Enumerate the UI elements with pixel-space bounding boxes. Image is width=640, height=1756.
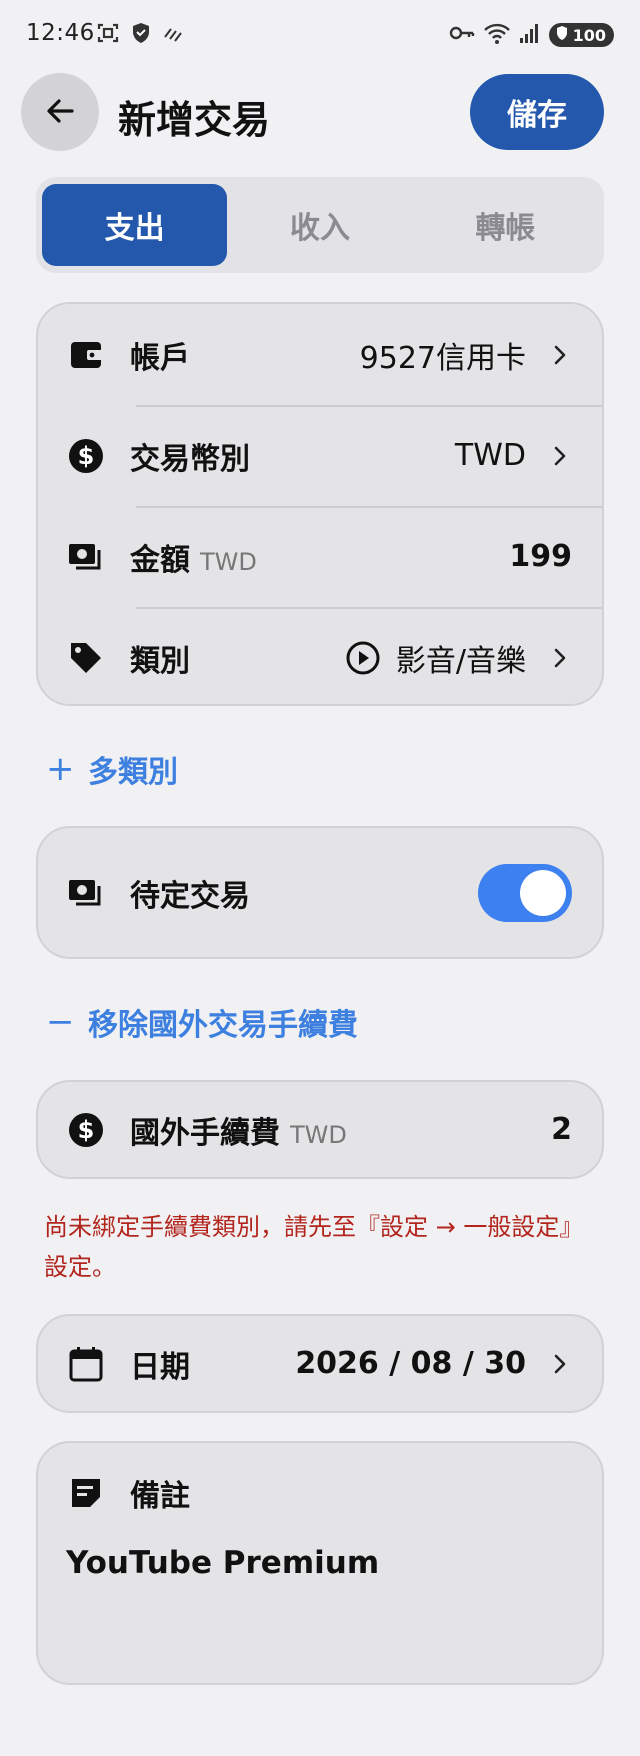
- toggle-knob: [520, 869, 566, 916]
- wifi-icon: [483, 21, 511, 49]
- amount-label: 金額 TWD: [130, 535, 257, 579]
- fee-card: $ 國外手續費 TWD 2: [36, 1080, 604, 1179]
- plus-icon: +: [46, 749, 75, 789]
- shield-icon: [130, 21, 152, 49]
- pending-card: 待定交易: [36, 826, 604, 959]
- signal-icon: [519, 21, 541, 49]
- chevron-right-icon: [548, 1352, 572, 1376]
- chevron-right-icon: [548, 343, 572, 367]
- screenshot-icon: [96, 21, 120, 49]
- pending-row: 待定交易: [38, 828, 602, 957]
- amount-value[interactable]: 199: [509, 539, 572, 574]
- multi-category-label: 多類別: [88, 755, 178, 790]
- details-card: 帳戶 9527信用卡 $ 交易幣別 TWD 金額 TWD 199 類別 影音/音…: [36, 302, 604, 706]
- currency-code: TWD: [454, 438, 526, 473]
- category-value: 影音/音樂: [346, 636, 572, 680]
- fee-value[interactable]: 2: [551, 1112, 572, 1147]
- play-circle-icon: [346, 641, 380, 675]
- amount-unit: TWD: [200, 547, 257, 576]
- screen: 12:46 100 新增交易 儲存 支出 收入 轉帳 帳戶 9527信用卡 $ …: [0, 0, 640, 1756]
- tab-expense[interactable]: 支出: [42, 184, 228, 266]
- account-value: 9527信用卡: [360, 333, 572, 377]
- fee-row[interactable]: $ 國外手續費 TWD 2: [38, 1082, 602, 1177]
- data-sync-icon: [162, 21, 184, 49]
- currency-row[interactable]: $ 交易幣別 TWD: [38, 405, 602, 506]
- battery-shield-icon: [555, 25, 569, 45]
- category-label: 類別: [130, 643, 190, 679]
- page-title: 新增交易: [118, 98, 271, 142]
- status-bar: 12:46 100: [0, 0, 640, 66]
- note-input[interactable]: YouTube Premium: [66, 1545, 574, 1581]
- wallet-icon: [66, 335, 106, 375]
- note-label: 備註: [130, 1479, 190, 1514]
- status-time: 12:46: [26, 20, 95, 46]
- transaction-type-tabs: 支出 收入 轉帳: [36, 177, 604, 273]
- add-multi-category-button[interactable]: + 多類別: [46, 747, 178, 791]
- tab-income[interactable]: 收入: [227, 184, 412, 266]
- fee-category-warning: 尚未綁定手續費類別，請先至『設定 → 一般設定』設定。: [44, 1213, 584, 1281]
- account-name: 9527信用卡: [359, 340, 526, 376]
- amount-row[interactable]: 金額 TWD 199: [38, 506, 602, 607]
- date-text: 2026 / 08 / 30: [295, 1346, 526, 1381]
- pending-label: 待定交易: [130, 878, 250, 914]
- remove-foreign-fee-button[interactable]: − 移除國外交易手續費: [46, 1000, 358, 1044]
- date-value: 2026 / 08 / 30: [295, 1346, 572, 1381]
- pending-toggle[interactable]: [478, 863, 572, 922]
- dollar-circle-icon: $: [66, 1110, 106, 1150]
- save-button[interactable]: 儲存: [470, 74, 604, 150]
- note-header: 備註: [66, 1471, 574, 1515]
- amount-label-text: 金額: [130, 542, 190, 578]
- cash-icon: [66, 873, 106, 913]
- note-icon: [66, 1473, 106, 1513]
- fee-label: 國外手續費 TWD: [130, 1108, 347, 1152]
- account-row[interactable]: 帳戶 9527信用卡: [38, 304, 602, 405]
- remove-fee-label: 移除國外交易手續費: [88, 1008, 358, 1043]
- date-card: 日期 2026 / 08 / 30: [36, 1314, 604, 1413]
- chevron-right-icon: [548, 646, 572, 670]
- category-row[interactable]: 類別 影音/音樂: [38, 607, 602, 708]
- fee-label-text: 國外手續費: [130, 1115, 280, 1151]
- key-icon: [449, 21, 475, 49]
- tag-icon: [66, 638, 106, 678]
- note-card[interactable]: 備註 YouTube Premium: [36, 1441, 604, 1685]
- tab-transfer[interactable]: 轉帳: [413, 184, 598, 266]
- minus-icon: −: [46, 1002, 75, 1042]
- dollar-circle-icon: $: [66, 436, 106, 476]
- battery-level: 100: [572, 25, 606, 45]
- battery-indicator: 100: [548, 23, 614, 47]
- account-label: 帳戶: [130, 340, 190, 376]
- svg-text:$: $: [78, 1116, 95, 1144]
- arrow-left-icon: [44, 95, 76, 130]
- chevron-right-icon: [548, 444, 572, 468]
- fee-unit: TWD: [290, 1120, 347, 1149]
- back-button[interactable]: [21, 73, 99, 151]
- currency-value: TWD: [455, 438, 572, 473]
- date-label: 日期: [130, 1349, 190, 1385]
- currency-label: 交易幣別: [130, 441, 250, 477]
- date-row[interactable]: 日期 2026 / 08 / 30: [38, 1316, 602, 1411]
- calendar-icon: [66, 1344, 106, 1384]
- category-name: 影音/音樂: [395, 643, 526, 679]
- svg-text:$: $: [78, 442, 95, 470]
- cash-icon: [66, 537, 106, 577]
